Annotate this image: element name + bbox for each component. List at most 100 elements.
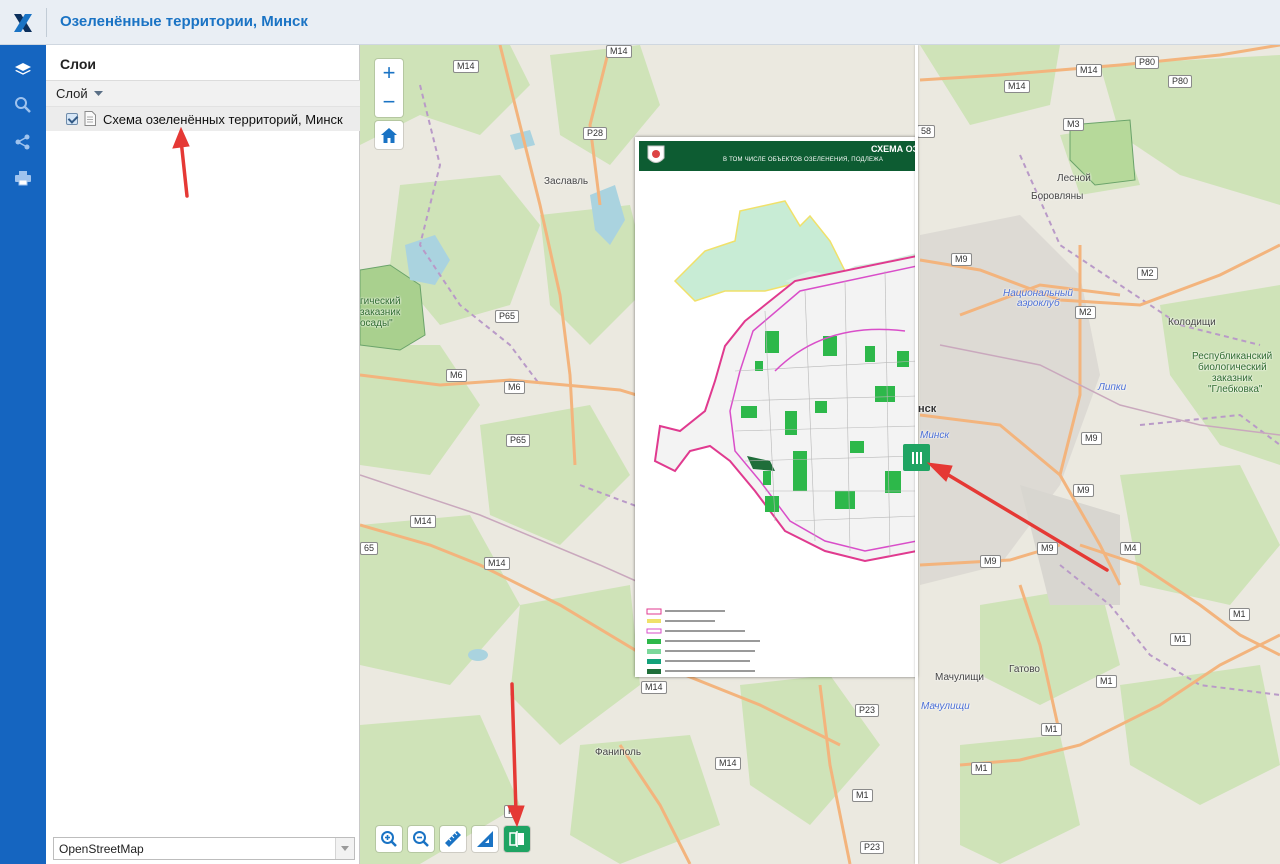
road-label-p80: P80 <box>1135 56 1160 69</box>
place-reserve-3: заказник <box>1212 373 1253 384</box>
road-label-m14: M14 <box>1004 80 1030 93</box>
tool-strip <box>0 45 46 864</box>
zoom-in-button[interactable]: + <box>375 59 403 87</box>
place-minsk: нск <box>918 403 937 415</box>
place-reserve-1: Республиканский <box>1192 351 1273 362</box>
measure-area-tool[interactable] <box>472 826 498 852</box>
scheme-subtitle: В ТОМ ЧИСЛЕ ОБЪЕКТОВ ОЗЕЛЕНЕНИЯ, ПОДЛЕЖА <box>723 157 884 163</box>
place-borovlyany: Боровляны <box>1031 191 1084 202</box>
caret-down-icon <box>93 90 103 96</box>
place-lesnoy: Лесной <box>1057 173 1091 184</box>
place-reserve-4: "Глебковка" <box>1208 384 1263 395</box>
scheme-map-drawing <box>646 200 917 674</box>
zoom-out-tool[interactable] <box>408 826 434 852</box>
scheme-title: СХЕМА ОЗ <box>871 144 917 154</box>
road-label-m9: M9 <box>1081 432 1102 445</box>
layers-icon[interactable] <box>8 55 38 85</box>
measure-length-icon <box>445 831 461 847</box>
layer-menu-button[interactable]: Слой <box>56 86 103 101</box>
road-label-p58: 58 <box>917 125 936 138</box>
zoom-out-tool-icon <box>413 831 429 847</box>
measure-length-tool[interactable] <box>440 826 466 852</box>
road-label-p28: P28 <box>583 127 608 140</box>
place-left-reserve-1: гический <box>360 296 401 307</box>
road-label-p65: 65 <box>360 542 379 555</box>
layer-visibility-checkbox[interactable] <box>66 113 78 125</box>
road-label-p23: P23 <box>860 841 885 854</box>
road-label-p80: P80 <box>1168 75 1193 88</box>
road-label-m3: M3 <box>1063 118 1084 131</box>
swipe-grip-icon <box>911 451 922 464</box>
place-lipki: Липки <box>1098 382 1127 393</box>
coat-of-arms-icon <box>647 145 665 163</box>
road-label-m9: M9 <box>951 253 972 266</box>
place-zaslavl: Заславль <box>544 176 589 187</box>
measure-area-icon <box>477 831 493 847</box>
road-label-m6: M6 <box>504 381 525 394</box>
place-machulishchi: Мачулищи <box>935 672 985 683</box>
place-kolodishchi: Колодищи <box>1168 317 1216 328</box>
place-reserve-2: биологический <box>1198 362 1267 373</box>
home-icon <box>381 127 397 143</box>
place-gatovo: Гатово <box>1009 664 1040 675</box>
home-button[interactable] <box>375 121 403 149</box>
place-minsk-airport: Минск <box>920 430 950 441</box>
place-left-reserve-2: заказник <box>360 307 401 318</box>
road-label-m2: M2 <box>1137 267 1158 280</box>
layers-panel: Слои Слой Схема озеленённых территорий, … <box>46 45 360 864</box>
app-logo-icon[interactable] <box>0 0 46 45</box>
place-machulishchi-airport: Мачулищи <box>921 701 970 712</box>
road-label-p65: P65 <box>506 434 531 447</box>
panel-title: Слои <box>60 56 96 72</box>
zoom-out-button[interactable]: − <box>375 88 403 116</box>
zoom-in-tool[interactable] <box>376 826 402 852</box>
road-label-m4: M4 <box>1120 542 1141 555</box>
basemap-select[interactable]: OpenStreetMap <box>53 837 355 860</box>
app-header: Озеленённые территории, Минск <box>0 0 1280 45</box>
scheme-header: СХЕМА ОЗ В ТОМ ЧИСЛЕ ОБЪЕКТОВ ОЗЕЛЕНЕНИЯ… <box>639 141 917 171</box>
road-label-m1: M1 <box>971 762 992 775</box>
road-label-m14: M14 <box>1076 64 1102 77</box>
layer-row[interactable]: Схема озеленённых территорий, Минск <box>46 107 360 131</box>
place-national-aeroclub-2: аэроклуб <box>1017 298 1060 309</box>
layer-menu-label: Слой <box>56 86 88 101</box>
greenery-scheme-overlay: СХЕМА ОЗ В ТОМ ЧИСЛЕ ОБЪЕКТОВ ОЗЕЛЕНЕНИЯ… <box>635 137 917 677</box>
layer-label: Схема озеленённых территорий, Минск <box>103 112 343 127</box>
print-icon[interactable] <box>8 163 38 193</box>
road-label-p65: P65 <box>495 310 520 323</box>
road-label-m1: M1 <box>1041 723 1062 736</box>
road-label-m14: M14 <box>484 557 510 570</box>
map-view[interactable]: M14 M14 P28 P65 M6 M6 P65 M14 M14 65 M14… <box>360 45 1280 864</box>
road-label-m1: M1 <box>1170 633 1191 646</box>
road-label-m1: M1 <box>1096 675 1117 688</box>
swipe-compare-icon <box>509 831 524 847</box>
road-label-m14: M14 <box>606 45 632 58</box>
road-label-p23: P23 <box>855 704 880 717</box>
road-label-m1: M1 <box>1229 608 1250 621</box>
zoom-in-tool-icon <box>381 831 397 847</box>
road-label-m14: M14 <box>641 681 667 694</box>
search-icon[interactable] <box>8 90 38 120</box>
road-label-m14: M14 <box>410 515 436 528</box>
road-label-m14: M14 <box>715 757 741 770</box>
road-label-m9: M9 <box>1073 484 1094 497</box>
place-left-reserve-3: осады" <box>360 318 393 329</box>
road-label-m6: M6 <box>446 369 467 382</box>
layer-menu-bar: Слой <box>46 81 360 107</box>
road-label-p: P <box>504 805 519 818</box>
road-label-m1: M1 <box>852 789 873 802</box>
header-divider <box>46 8 47 37</box>
chevron-down-icon[interactable] <box>335 838 354 859</box>
road-label-m2: M2 <box>1075 306 1096 319</box>
zoom-control: + − <box>375 59 403 117</box>
app-title: Озеленённые территории, Минск <box>60 13 308 30</box>
document-icon <box>84 111 96 126</box>
swipe-handle[interactable] <box>903 444 930 471</box>
road-label-m9: M9 <box>1037 542 1058 555</box>
basemap-value: OpenStreetMap <box>59 842 144 856</box>
place-fanipol: Фаниполь <box>595 747 642 758</box>
road-label-m14: M14 <box>453 60 479 73</box>
swipe-compare-tool[interactable] <box>504 826 530 852</box>
road-label-m9: M9 <box>980 555 1001 568</box>
share-icon[interactable] <box>8 127 38 157</box>
